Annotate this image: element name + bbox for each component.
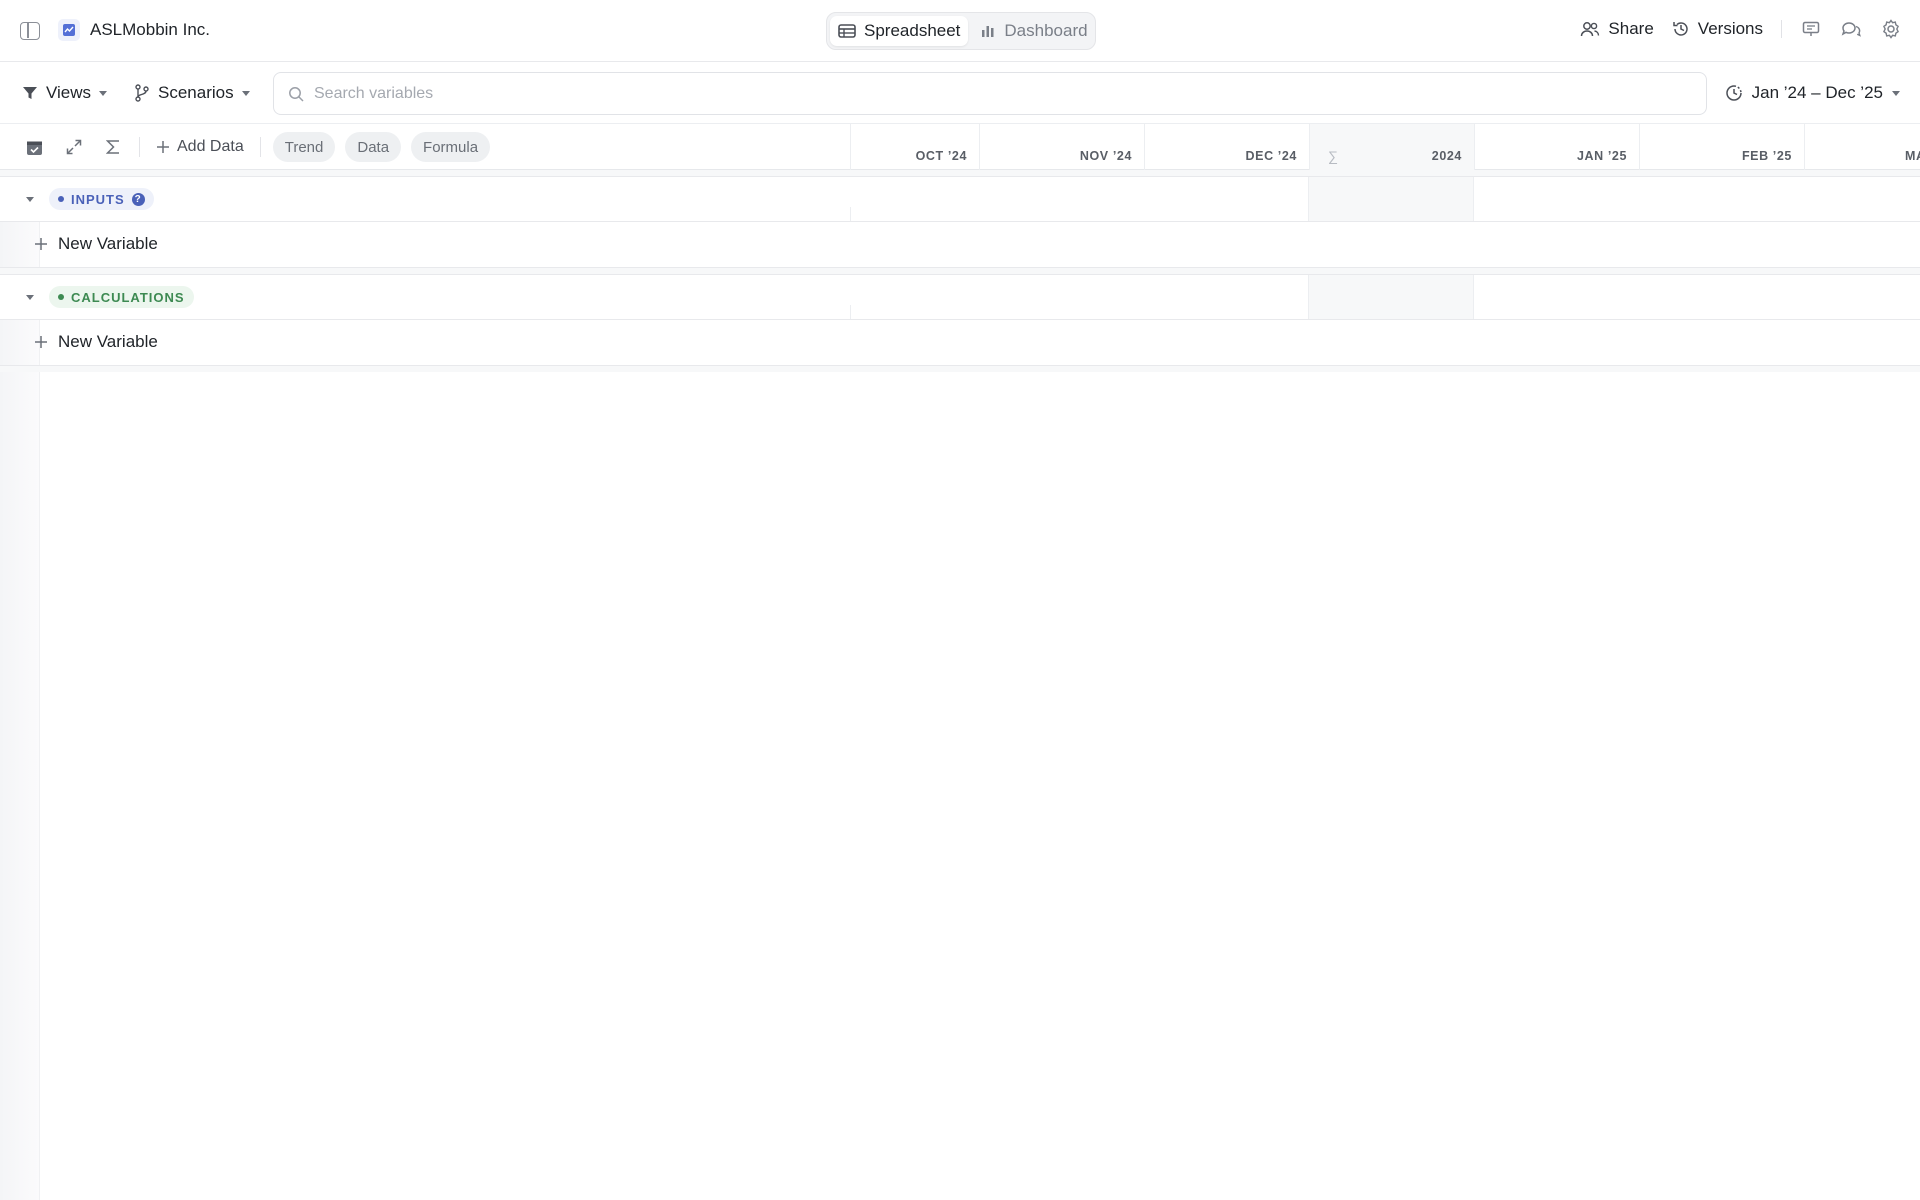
divider: [850, 207, 851, 221]
chip-trend[interactable]: Trend: [272, 132, 336, 162]
history-icon: [1673, 22, 1688, 36]
plus-icon: [157, 141, 169, 153]
tab-spreadsheet[interactable]: Spreadsheet: [830, 16, 969, 46]
year-total-cell: [1308, 275, 1474, 319]
filter-bar: Views Scenarios Jan ’24 – Dec ’25: [0, 62, 1920, 124]
new-variable-button[interactable]: New Variable: [34, 332, 158, 352]
column-header[interactable]: OCT ’24: [850, 124, 979, 170]
add-data-label: Add Data: [177, 138, 244, 155]
timeline-columns: OCT ’24 NOV ’24 DEC ’24 ∑ 2024 JAN ’25 F…: [850, 124, 1920, 170]
dot-icon: [58, 294, 64, 300]
users-icon: [1581, 22, 1600, 37]
share-button[interactable]: Share: [1580, 19, 1654, 39]
plus-icon: [35, 336, 47, 348]
new-variable-row: New Variable: [0, 222, 1920, 268]
top-actions: Share Versions: [1580, 18, 1902, 40]
presentation-icon[interactable]: [1800, 18, 1822, 40]
chevron-down-icon: [241, 90, 250, 96]
clock-icon: [1725, 85, 1742, 101]
section-label: CALCULATIONS: [71, 289, 185, 305]
grid-toolbar: Add Data Trend Data Formula: [20, 132, 491, 162]
branch-icon: [135, 84, 149, 102]
new-variable-row: New Variable: [0, 320, 1920, 366]
date-range-label: Jan ’24 – Dec ’25: [1751, 83, 1883, 102]
column-header-year-label: 2024: [1431, 149, 1462, 163]
section-header-calculations: CALCULATIONS: [0, 274, 1920, 320]
tab-dashboard[interactable]: Dashboard: [972, 16, 1095, 46]
chevron-down-icon: [1892, 90, 1900, 96]
gear-icon[interactable]: [1880, 18, 1902, 40]
table-icon: [838, 24, 856, 38]
view-switch: Spreadsheet Dashboard: [826, 12, 1096, 50]
org-logo-icon: [58, 19, 80, 41]
collapse-caret-icon[interactable]: [26, 295, 34, 300]
divider: [139, 137, 140, 157]
new-variable-button[interactable]: New Variable: [34, 234, 158, 254]
new-variable-label: New Variable: [58, 332, 158, 351]
chevron-down-icon: [99, 90, 108, 96]
divider: [850, 305, 851, 319]
scenarios-dropdown[interactable]: Scenarios: [134, 83, 250, 103]
views-label: Views: [46, 83, 92, 102]
column-header-year[interactable]: ∑ 2024: [1309, 124, 1474, 170]
search-input[interactable]: [314, 84, 1614, 103]
section-header-inputs: INPUTS ?: [0, 176, 1920, 222]
expand-icon[interactable]: [59, 133, 88, 162]
add-data-button[interactable]: Add Data: [152, 138, 248, 156]
app-root: ASLMobbin Inc. Spreadsheet Dashboard Sha…: [0, 0, 1920, 1200]
bar-chart-icon: [982, 26, 994, 37]
comments-icon[interactable]: [1840, 18, 1862, 40]
search-box: [273, 72, 1707, 115]
search-icon: [289, 86, 304, 102]
versions-label: Versions: [1697, 19, 1763, 38]
org-switcher[interactable]: ASLMobbin Inc.: [58, 19, 210, 41]
chip-formula[interactable]: Formula: [411, 132, 491, 162]
sidebar-toggle-icon[interactable]: [20, 22, 40, 40]
column-header[interactable]: JAN ’25: [1474, 124, 1639, 170]
versions-button[interactable]: Versions: [1672, 19, 1763, 39]
sigma-icon: ∑: [1328, 148, 1339, 164]
column-header[interactable]: FEB ’25: [1639, 124, 1804, 170]
calendar-check-icon[interactable]: [20, 133, 49, 162]
sigma-icon[interactable]: [98, 133, 127, 162]
section-spacer: [0, 366, 1920, 372]
chip-data[interactable]: Data: [345, 132, 402, 162]
divider: [259, 137, 261, 157]
section-label: INPUTS: [71, 191, 125, 207]
plus-icon: [35, 238, 47, 250]
section-badge-inputs[interactable]: INPUTS ?: [49, 188, 154, 210]
dot-icon: [58, 196, 64, 202]
collapse-caret-icon[interactable]: [26, 197, 34, 202]
tab-spreadsheet-label: Spreadsheet: [864, 21, 961, 40]
column-header[interactable]: MA: [1804, 124, 1920, 170]
org-name: ASLMobbin Inc.: [90, 20, 211, 39]
column-header[interactable]: DEC ’24: [1144, 124, 1309, 170]
new-variable-label: New Variable: [58, 234, 158, 253]
column-header[interactable]: NOV ’24: [979, 124, 1144, 170]
filter-icon: [23, 87, 37, 99]
grid-header: Add Data Trend Data Formula OCT ’24 NOV …: [0, 124, 1920, 170]
help-icon[interactable]: ?: [131, 192, 145, 206]
year-total-cell: [1308, 177, 1474, 221]
section-badge-calculations[interactable]: CALCULATIONS: [49, 286, 194, 308]
share-label: Share: [1608, 19, 1654, 38]
scenarios-label: Scenarios: [158, 83, 234, 102]
views-dropdown[interactable]: Views: [22, 83, 108, 103]
top-bar: ASLMobbin Inc. Spreadsheet Dashboard Sha…: [0, 0, 1920, 62]
divider: [1781, 20, 1782, 38]
tab-dashboard-label: Dashboard: [1004, 21, 1088, 40]
date-range-picker[interactable]: Jan ’24 – Dec ’25: [1725, 83, 1900, 103]
